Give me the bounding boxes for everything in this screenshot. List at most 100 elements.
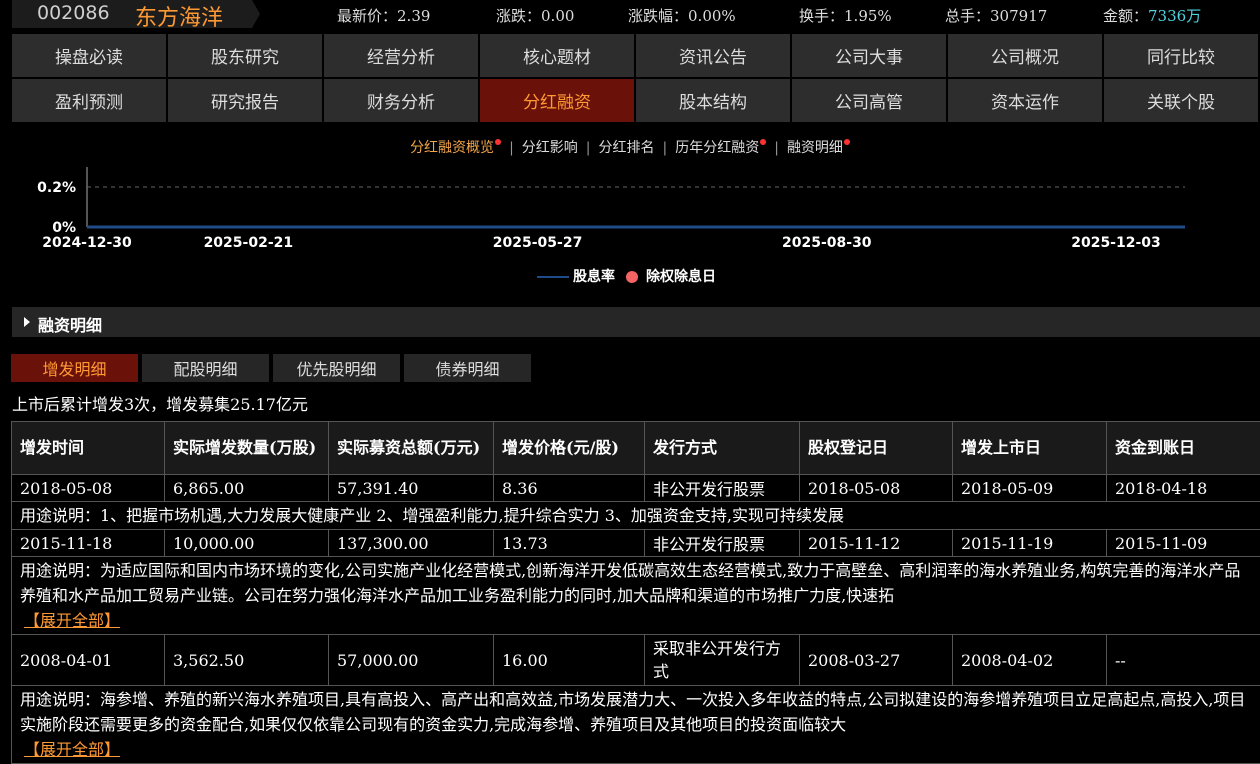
cell-value: 2018-04-18: [1115, 479, 1207, 498]
cell-value: 非公开发行股票: [653, 535, 765, 554]
quote-value: 0.00%: [688, 7, 736, 25]
table-cell: 16.00: [494, 635, 645, 686]
subtab-link[interactable]: 分红排名: [599, 137, 655, 157]
detail-tab[interactable]: 债券明细: [404, 354, 531, 382]
use-text: 用途说明：为适应国际和国内市场环境的变化,公司实施产业化经营模式,创新海洋开发低…: [20, 561, 1240, 605]
subtab-separator: |: [586, 140, 591, 156]
nav-tab[interactable]: 公司大事: [792, 34, 946, 77]
nav-tab[interactable]: 股本结构: [636, 79, 790, 122]
quote-item: 涨跌幅：0.00%: [628, 5, 736, 26]
new-dot-icon: [844, 139, 850, 145]
expand-all-link[interactable]: 【展开全部】: [24, 740, 120, 759]
cell-value: 3,562.50: [173, 651, 244, 670]
stock-name: 东方海洋: [135, 0, 223, 32]
quote-item: 最新价：2.39: [337, 5, 430, 26]
nav-tab[interactable]: 经营分析: [324, 34, 478, 77]
use-row: 用途说明：1、把握市场机遇,大力发展大健康产业 2、增强盈利能力,提升综合实力 …: [12, 502, 1260, 530]
issuance-table: 增发时间实际增发数量(万股)实际募资总额(万元)增发价格(元/股)发行方式股权登…: [11, 421, 1260, 764]
table-cell: 2018-04-18: [1107, 475, 1260, 502]
nav-tab[interactable]: 关联个股: [1104, 79, 1258, 122]
column-header[interactable]: 增发价格(元/股): [494, 422, 645, 475]
cell-value: 10,000.00: [173, 534, 254, 553]
cell-value: 57,391.40: [337, 479, 418, 498]
table-cell: 2018-05-08: [12, 475, 165, 502]
nav-tab[interactable]: 股东研究: [168, 34, 322, 77]
table-cell: 2008-03-27: [800, 635, 953, 686]
subtab-label: 融资明细: [787, 140, 843, 156]
detail-tab[interactable]: 配股明细: [142, 354, 269, 382]
use-description: 用途说明：海参增、养殖的新兴海水养殖项目,具有高投入、高产出和高效益,市场发展潜…: [12, 686, 1260, 764]
x-tick-label: 2025-12-03: [1071, 235, 1161, 251]
table-cell: 57,000.00: [329, 635, 494, 686]
cell-value: 2018-05-08: [808, 479, 900, 498]
column-header[interactable]: 实际募资总额(万元): [329, 422, 494, 475]
cell-value: 2008-04-01: [20, 651, 112, 670]
nav-tab[interactable]: 分红融资: [480, 79, 634, 122]
quote-label: 总手：: [945, 7, 990, 25]
cell-value: 采取非公开发行方式: [653, 639, 781, 681]
table-cell: 3,562.50: [165, 635, 329, 686]
use-row: 用途说明：为适应国际和国内市场环境的变化,公司实施产业化经营模式,创新海洋开发低…: [12, 557, 1260, 635]
subtab-link[interactable]: 历年分红融资: [675, 137, 766, 157]
quote-item: 涨跌：0.00: [496, 5, 574, 26]
cell-value: 8.36: [502, 479, 538, 498]
nav-tab[interactable]: 公司高管: [792, 79, 946, 122]
nav-row-2: 盈利预测研究报告财务分析分红融资股本结构公司高管资本运作关联个股: [12, 79, 1260, 122]
table-cell: 57,391.40: [329, 475, 494, 502]
table-cell: 采取非公开发行方式: [645, 635, 800, 686]
subtab-label: 历年分红融资: [675, 140, 759, 156]
stock-header: 002086 东方海洋 最新价：2.39涨跌：0.00涨跌幅：0.00%换手：1…: [0, 0, 1260, 28]
use-description: 用途说明：1、把握市场机遇,大力发展大健康产业 2、增强盈利能力,提升综合实力 …: [12, 502, 1260, 530]
column-header[interactable]: 发行方式: [645, 422, 800, 475]
column-header[interactable]: 股权登记日: [800, 422, 953, 475]
y-tick-label: 0.2%: [37, 180, 76, 196]
nav-tab[interactable]: 研究报告: [168, 79, 322, 122]
nav-tab[interactable]: 资讯公告: [636, 34, 790, 77]
table-cell: 2015-11-19: [953, 530, 1107, 557]
nav-tab[interactable]: 核心题材: [480, 34, 634, 77]
nav-tab[interactable]: 公司概况: [948, 34, 1102, 77]
column-header[interactable]: 实际增发数量(万股): [165, 422, 329, 475]
quote-label: 金额：: [1103, 7, 1148, 25]
expand-all-link[interactable]: 【展开全部】: [24, 611, 120, 630]
new-dot-icon: [495, 139, 501, 145]
table-cell: 10,000.00: [165, 530, 329, 557]
x-tick-label: 2025-08-30: [782, 235, 872, 251]
column-header[interactable]: 增发时间: [12, 422, 165, 475]
nav-tab[interactable]: 财务分析: [324, 79, 478, 122]
nav-tab[interactable]: 资本运作: [948, 79, 1102, 122]
nav-tab[interactable]: 同行比较: [1104, 34, 1258, 77]
quote-item: 总手：307917: [945, 5, 1047, 26]
quote-value: 1.95%: [844, 7, 892, 25]
column-header[interactable]: 增发上市日: [953, 422, 1107, 475]
legend-dot-swatch: [626, 271, 638, 283]
cell-value: 2008-03-27: [808, 651, 900, 670]
table-cell: 非公开发行股票: [645, 475, 800, 502]
quote-value: 2.39: [397, 7, 430, 25]
nav-tab[interactable]: 盈利预测: [12, 79, 166, 122]
subtab-separator: |: [774, 140, 779, 156]
subtab-link[interactable]: 融资明细: [787, 137, 850, 157]
financing-detail-section[interactable]: 融资明细: [12, 307, 1260, 337]
column-header[interactable]: 资金到账日: [1107, 422, 1260, 475]
detail-tab[interactable]: 增发明细: [11, 354, 138, 382]
table-cell: 2015-11-18: [12, 530, 165, 557]
subtab-label: 分红排名: [599, 140, 655, 156]
table-cell: 2015-11-12: [800, 530, 953, 557]
quote-item: 换手：1.95%: [799, 5, 892, 26]
legend-yield[interactable]: 股息率: [573, 269, 615, 285]
use-text: 用途说明：海参增、养殖的新兴海水养殖项目,具有高投入、高产出和高效益,市场发展潜…: [20, 690, 1245, 734]
cell-value: --: [1115, 651, 1126, 670]
cell-value: 2008-04-02: [961, 651, 1053, 670]
table-row: 2018-05-086,865.0057,391.408.36非公开发行股票20…: [12, 475, 1260, 502]
detail-tab[interactable]: 优先股明细: [273, 354, 400, 382]
table-cell: 13.73: [494, 530, 645, 557]
subtab-link[interactable]: 分红影响: [522, 137, 578, 157]
nav-tab[interactable]: 操盘必读: [12, 34, 166, 77]
legend-exdiv[interactable]: 除权除息日: [646, 269, 716, 285]
table-cell: 非公开发行股票: [645, 530, 800, 557]
cell-value: 57,000.00: [337, 651, 418, 670]
quote-item: 金额：7336万: [1103, 5, 1201, 26]
subtab-link[interactable]: 分红融资概览: [410, 137, 501, 157]
sub-nav: 分红融资概览|分红影响|分红排名|历年分红融资|融资明细: [0, 137, 1260, 157]
